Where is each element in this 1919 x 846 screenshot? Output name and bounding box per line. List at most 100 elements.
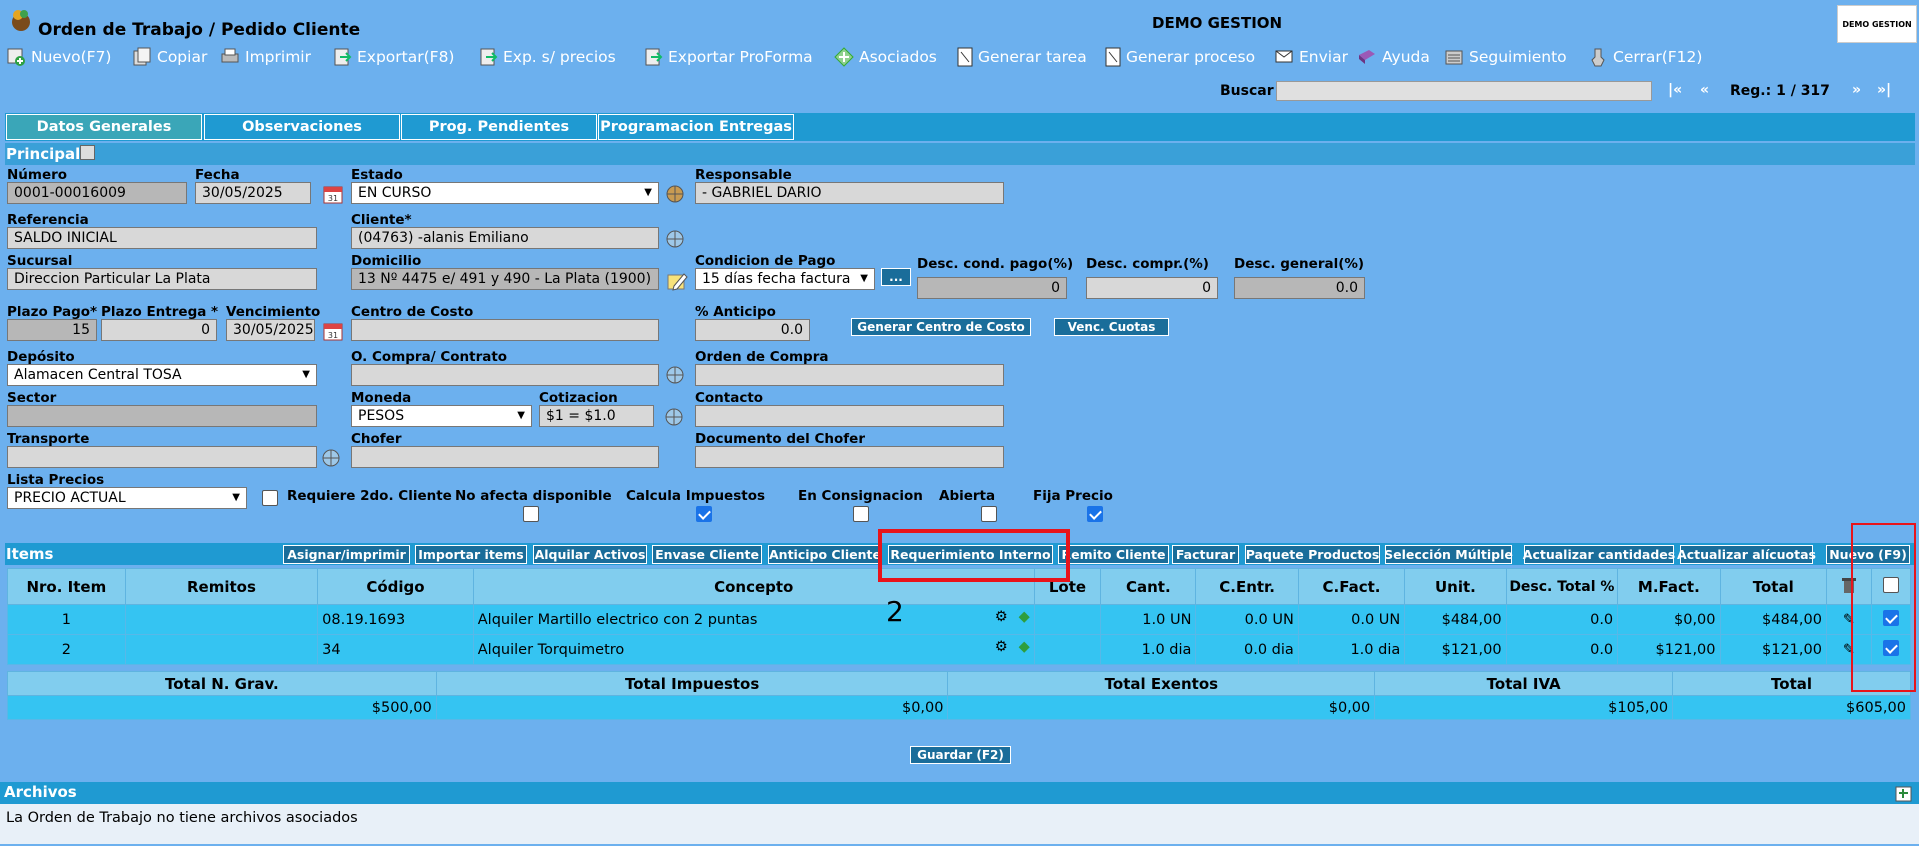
last-record-button[interactable]: »|	[1877, 82, 1891, 98]
responsable-field[interactable]: - GABRIEL DARIO	[695, 182, 1004, 204]
lista-precios-select[interactable]: PRECIO ACTUAL ▼	[7, 487, 247, 509]
total-impuestos-value: $0,00	[435, 695, 949, 720]
documento-chofer-field[interactable]	[695, 446, 1004, 468]
search-input[interactable]	[1276, 81, 1652, 101]
plazo-pago-field[interactable]: 15	[7, 319, 97, 341]
centro-costo-field[interactable]	[351, 319, 659, 341]
export-no-prices-button[interactable]: Exp. s/ precios	[478, 47, 616, 67]
globe-icon[interactable]	[663, 406, 685, 428]
tracking-button[interactable]: Seguimiento	[1444, 47, 1567, 67]
cliente-field[interactable]: (04763) -alanis Emiliano	[351, 227, 659, 249]
search-globe-icon[interactable]	[664, 364, 686, 386]
update-rates-button[interactable]: Actualizar alícuotas	[1677, 545, 1816, 564]
transporte-field[interactable]	[7, 446, 317, 468]
calendar-icon[interactable]: 31	[322, 183, 344, 205]
search-globe-icon[interactable]	[664, 228, 686, 250]
edit-address-icon[interactable]	[666, 270, 688, 292]
vencimiento-field[interactable]: 30/05/2025	[226, 319, 315, 341]
invoice-button[interactable]: Facturar	[1172, 545, 1239, 564]
save-button[interactable]: Guardar (F2)	[910, 746, 1011, 764]
generate-process-label: Generar proceso	[1126, 48, 1256, 66]
tab-observaciones[interactable]: Observaciones	[204, 114, 400, 140]
new-button[interactable]: Nuevo(F7)	[6, 47, 111, 67]
app-logo-icon	[12, 10, 30, 31]
cell-centr: 0.0 UN	[1195, 604, 1299, 635]
associated-icon[interactable]: ◆	[1019, 639, 1030, 655]
condicion-pago-select[interactable]: 15 días fecha factura ▼	[695, 268, 875, 290]
cotizacion-field[interactable]: $1 = $1.0	[539, 405, 654, 427]
sector-field[interactable]	[7, 405, 317, 427]
cell-total: $121,00	[1719, 634, 1827, 665]
requiere-2do-cliente-checkbox[interactable]	[262, 490, 278, 506]
condicion-pago-more-button[interactable]: ...	[881, 268, 911, 286]
associated-button[interactable]: Asociados	[834, 47, 937, 67]
help-button[interactable]: Ayuda	[1357, 47, 1430, 67]
tab-datos-generales[interactable]: Datos Generales	[6, 114, 202, 140]
sucursal-field[interactable]: Direccion Particular La Plata	[7, 268, 317, 290]
copy-button[interactable]: Copiar	[132, 47, 207, 67]
document-icon	[1105, 47, 1121, 67]
table-row[interactable]: 2 34 Alquiler Torquimetro ⚙ ◆ 1.0 dia 0.0 …	[7, 634, 1911, 665]
desc-general-field[interactable]: 0.0	[1234, 277, 1365, 299]
next-record-button[interactable]: »	[1852, 82, 1861, 98]
fecha-field[interactable]: 30/05/2025	[195, 182, 311, 204]
anticipo-field[interactable]: 0.0	[695, 319, 810, 341]
orden-compra-field[interactable]	[695, 364, 1004, 386]
tab-prog-pendientes[interactable]: Prog. Pendientes	[401, 114, 597, 140]
no-afecta-checkbox[interactable]	[523, 506, 539, 522]
generate-process-button[interactable]: Generar proceso	[1105, 47, 1255, 67]
plazo-entrega-field[interactable]: 0	[101, 319, 217, 341]
globe-icon[interactable]	[664, 183, 686, 205]
moneda-value: PESOS	[358, 408, 405, 424]
table-row[interactable]: 1 08.19.1693 Alquiler Martillo electrico…	[7, 604, 1911, 635]
import-items-button[interactable]: Importar items	[415, 545, 527, 564]
multiple-selection-button[interactable]: Selección Múltiple	[1384, 545, 1513, 564]
deposito-select[interactable]: Alamacen Central TOSA ▼	[7, 364, 317, 386]
close-button[interactable]: Cerrar(F12)	[1588, 47, 1702, 67]
export-proforma-button[interactable]: Exportar ProForma	[643, 47, 813, 67]
first-record-button[interactable]: |«	[1668, 82, 1682, 98]
en-consignacion-checkbox[interactable]	[853, 506, 869, 522]
prev-record-button[interactable]: «	[1700, 82, 1709, 98]
assign-print-button[interactable]: Asignar/imprimir	[283, 545, 410, 564]
customer-delivery-button[interactable]: Remito Cliente	[1058, 545, 1169, 564]
update-quantities-button[interactable]: Actualizar cantidades	[1523, 545, 1675, 564]
contacto-field[interactable]	[695, 405, 1004, 427]
gear-icon[interactable]: ⚙	[995, 609, 1008, 625]
domicilio-field[interactable]: 13 Nº 4475 e/ 491 y 490 - La Plata (1900…	[351, 268, 659, 290]
generate-cost-center-button[interactable]: Generar Centro de Costo	[851, 318, 1031, 336]
desc-compr-field[interactable]: 0	[1086, 277, 1218, 299]
search-globe-icon[interactable]	[320, 447, 342, 469]
gear-icon[interactable]: ⚙	[995, 639, 1008, 655]
export-button[interactable]: Exportar(F8)	[332, 47, 454, 67]
referencia-field[interactable]: SALDO INICIAL	[7, 227, 317, 249]
abierta-checkbox[interactable]	[981, 506, 997, 522]
due-installments-button[interactable]: Venc. Cuotas	[1054, 318, 1169, 336]
abierta-label: Abierta	[939, 488, 996, 504]
cell-codigo: 08.19.1693	[317, 604, 474, 635]
collapse-icon[interactable]	[80, 145, 95, 160]
moneda-select[interactable]: PESOS ▼	[351, 405, 532, 427]
tab-programacion-entregas[interactable]: Programacion Entregas	[598, 114, 794, 140]
calcula-impuestos-checkbox[interactable]	[696, 506, 712, 522]
numero-field[interactable]: 0001-00016009	[7, 182, 187, 204]
estado-select[interactable]: EN CURSO ▼	[351, 182, 659, 204]
fija-precio-checkbox[interactable]	[1087, 506, 1103, 522]
desc-cond-pago-field[interactable]: 0	[917, 277, 1067, 299]
total-value: $605,00	[1672, 695, 1911, 720]
export-icon	[480, 48, 498, 66]
associated-icon[interactable]: ◆	[1019, 609, 1030, 625]
attach-file-icon[interactable]	[1893, 783, 1915, 805]
generate-task-button[interactable]: Generar tarea	[957, 47, 1087, 67]
customer-advance-button[interactable]: Anticipo Cliente	[768, 545, 882, 564]
customer-container-button[interactable]: Envase Cliente	[652, 545, 762, 564]
send-button[interactable]: Enviar	[1274, 47, 1348, 67]
numero-label: Número	[7, 167, 68, 183]
ocompra-contrato-field[interactable]	[351, 364, 659, 386]
rent-assets-button[interactable]: Alquilar Activos	[533, 545, 647, 564]
orden-compra-label: Orden de Compra	[695, 349, 829, 365]
print-button[interactable]: Imprimir	[220, 47, 311, 67]
calendar-icon[interactable]: 31	[322, 320, 344, 342]
product-package-button[interactable]: Paquete Productos	[1245, 545, 1380, 564]
chofer-field[interactable]	[351, 446, 659, 468]
